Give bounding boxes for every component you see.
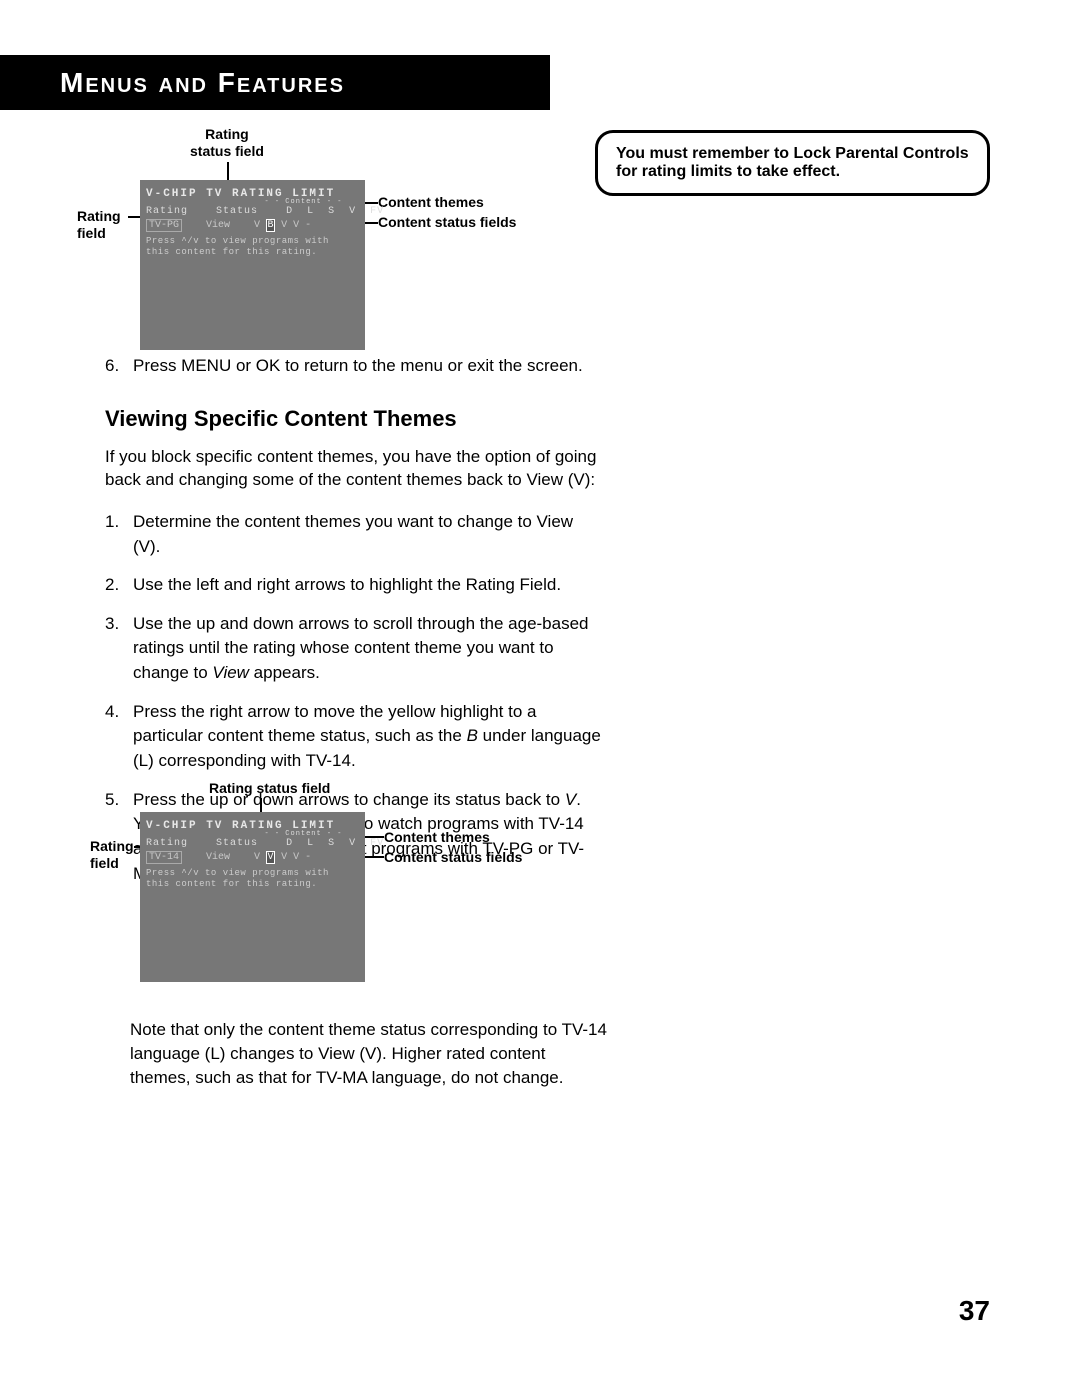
section-heading: Viewing Specific Content Themes	[105, 406, 605, 432]
label-content-themes-2: Content themes	[384, 829, 490, 846]
note-box-text: You must remember to Lock Parental Contr…	[616, 145, 969, 180]
label-content-status: Content status fields	[378, 214, 516, 231]
rating-cell: TV-PG	[146, 219, 182, 232]
intro-paragraph: If you block specific content themes, yo…	[105, 446, 605, 492]
label-content-themes: Content themes	[378, 194, 484, 211]
header-bar: Menus and Features	[0, 55, 550, 110]
screen-block-1: Rating status field Rating field Content…	[100, 130, 560, 350]
label-rating-field-2: Rating field	[90, 838, 134, 872]
tv-header-row: Rating Status D L S V FV	[146, 838, 361, 849]
callout-line	[227, 162, 229, 180]
label-rating-status-2: Rating status field	[209, 780, 330, 797]
list-item: 3.Use the up and down arrows to scroll t…	[105, 612, 605, 686]
list-item: 1.Determine the content themes you want …	[105, 510, 605, 559]
list-item: 4.Press the right arrow to move the yell…	[105, 700, 605, 774]
tv-data-row: TV-14 View V V V V -	[146, 851, 361, 864]
tv-header-row: Rating Status D L S V FV	[146, 206, 361, 217]
callout-line	[260, 798, 262, 812]
step-6: 6. Press MENU or OK to return to the men…	[105, 356, 605, 376]
step-text: Press MENU or OK to return to the menu o…	[133, 356, 583, 376]
page-number: 37	[959, 1295, 990, 1327]
label-rating-field: Rating field	[77, 208, 121, 242]
page-title: Menus and Features	[60, 67, 345, 99]
note-box: You must remember to Lock Parental Contr…	[595, 130, 990, 196]
label-rating-status: Rating status field	[190, 126, 264, 160]
label-content-status-2: Content status fields	[384, 849, 522, 866]
callout-line	[128, 216, 140, 218]
closing-note: Note that only the content theme status …	[130, 1018, 610, 1089]
rating-cell: TV-14	[146, 851, 182, 864]
tv-hint: Press ^/v to view programs withthis cont…	[146, 236, 361, 258]
list-item: 2.Use the left and right arrows to highl…	[105, 573, 605, 598]
tv-hint: Press ^/v to view programs withthis cont…	[146, 868, 361, 890]
screen-block-2: Rating status field Rating field Content…	[100, 784, 560, 982]
step-num: 6.	[105, 356, 133, 376]
tv-screen-2: V-CHIP TV RATING LIMIT - - Content - - R…	[140, 812, 365, 982]
tv-screen-1: V-CHIP TV RATING LIMIT - - Content - - R…	[140, 180, 365, 350]
tv-data-row: TV-PG View V B V V -	[146, 219, 361, 232]
